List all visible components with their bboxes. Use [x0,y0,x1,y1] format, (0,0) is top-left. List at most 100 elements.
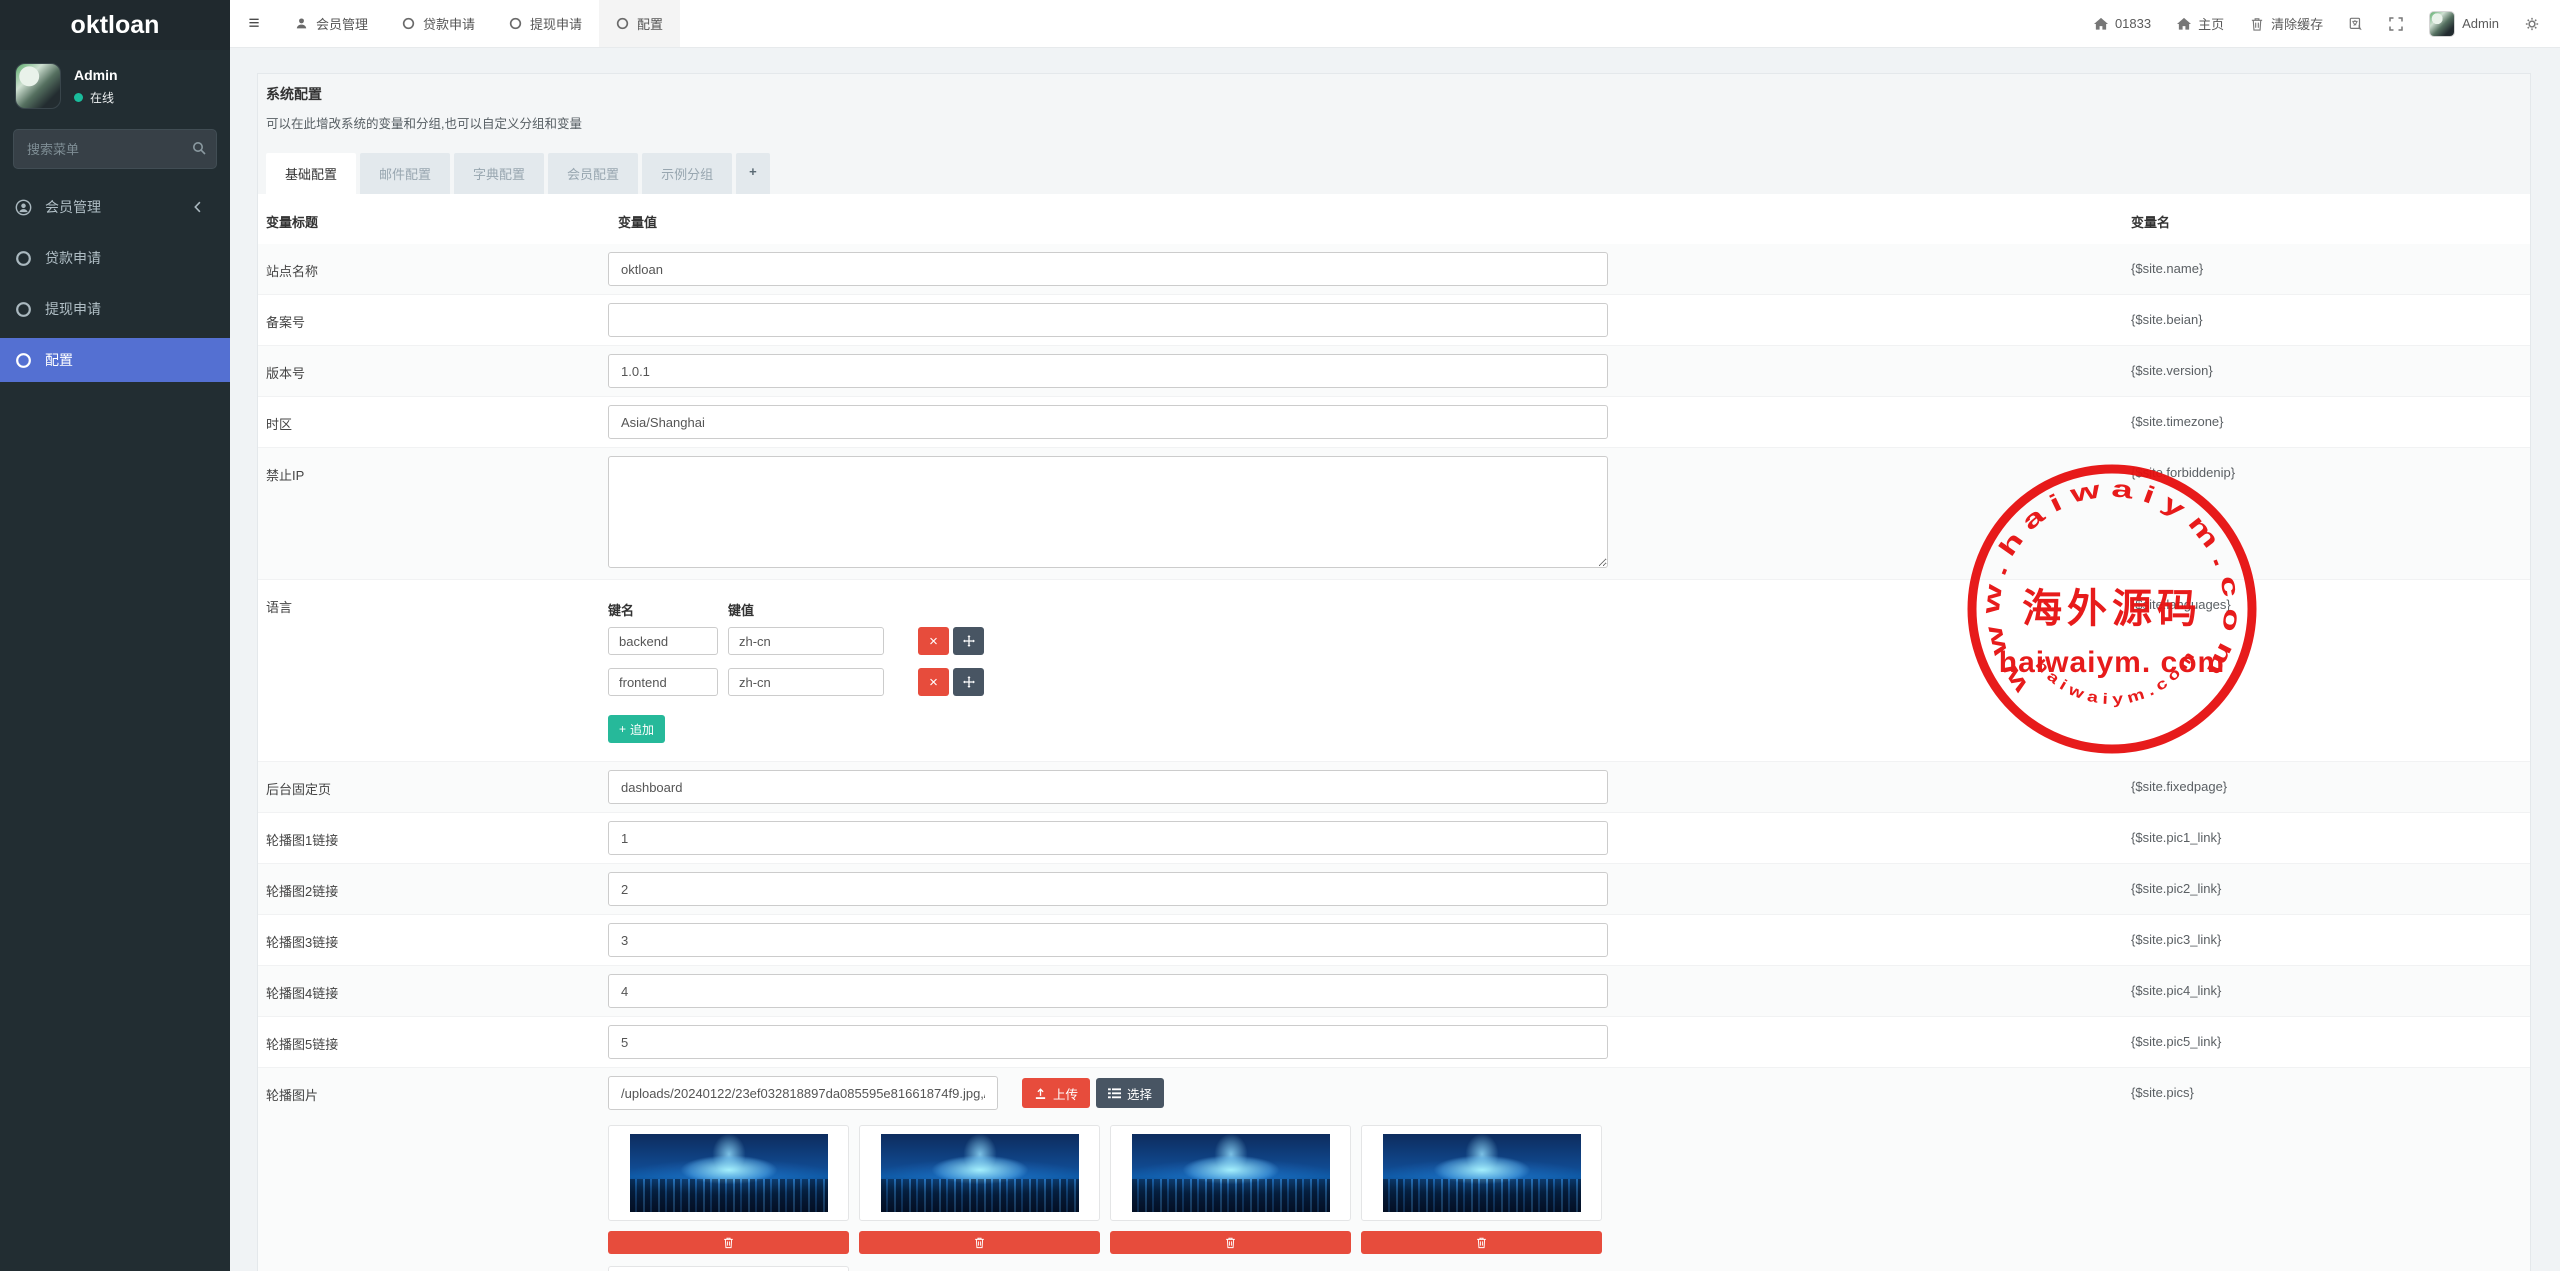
variable-name-label: {$site.languages} [2131,597,2231,612]
topbar-tab-withdrawal-application[interactable]: 提现申请 [492,0,599,47]
user-panel: Admin 在线 [0,50,230,119]
home-icon [2093,17,2108,31]
site-name-input[interactable] [608,252,1608,286]
variable-title-label: 备案号 [266,315,306,330]
row-value: 键名 键值 × × +追加 [608,579,2101,762]
carousel-images-input[interactable] [608,1076,998,1110]
add-group-tab[interactable]: + [736,153,770,194]
clear-cache-button[interactable]: 清除缓存 [2237,0,2336,47]
choose-button[interactable]: 选择 [1096,1078,1165,1108]
online-status-label: 在线 [90,90,115,105]
panel-body: 变量标题 变量值 变量名 站点名称 {$site.name} 备案号 {$site.bei… [258,194,2530,1271]
carousel-image-thumbnail [1110,1125,1351,1221]
row-title: 轮播图2链接 [258,863,608,915]
pic1-link-input[interactable] [608,821,1608,855]
trash-icon [723,1236,734,1249]
move-language-row-button[interactable] [953,627,984,655]
delete-image-button[interactable] [608,1231,849,1254]
forbidden-ip-textarea[interactable] [608,456,1608,568]
upload-button[interactable]: 上传 [1022,1078,1091,1108]
page-title: 系统配置 [266,86,322,102]
topbar-tab-label: 会员管理 [316,17,369,32]
topbar-tab-loan-application[interactable]: 贷款申请 [385,0,492,47]
trash-icon [974,1236,985,1249]
city-night-image [629,1134,828,1212]
tab-example-group[interactable]: 示例分组 [642,153,733,194]
brand-logo[interactable]: oktloan [0,0,230,50]
thumbnail-item [1110,1125,1351,1254]
version-input[interactable] [608,354,1608,388]
admin-menu[interactable]: Admin [2416,0,2512,47]
variable-title-label: 语言 [266,600,293,615]
variable-name-label: {$site.beian} [2131,312,2203,327]
sidebar-item-configuration[interactable]: 配置 [0,338,230,382]
sidebar-item-withdrawal-application[interactable]: 提现申请 [0,287,230,331]
sidebar-item-label: 会员管理 [45,199,101,215]
language-key-input[interactable] [608,627,718,655]
beian-input[interactable] [608,303,1608,337]
delete-image-button[interactable] [1110,1231,1351,1254]
row-title: 版本号 [258,345,608,397]
topbar-tab-label: 提现申请 [530,17,583,32]
circle-icon [509,17,522,30]
tab-base-config[interactable]: 基础配置 [266,153,357,194]
tab-dictionary-config[interactable]: 字典配置 [454,153,545,194]
row-title: 站点名称 [258,244,608,295]
pic4-link-input[interactable] [608,974,1608,1008]
variable-name-label: {$site.pic3_link} [2131,932,2222,947]
language-key-input[interactable] [608,668,718,696]
topbar-tab-member-management[interactable]: 会员管理 [278,0,385,47]
choose-label: 选择 [1127,1087,1153,1102]
sidebar-menu: 会员管理贷款申请提现申请配置 [0,185,230,382]
tab-email-config[interactable]: 邮件配置 [360,153,451,194]
column-header: 变量标题 [266,215,319,230]
circle-icon [15,352,32,369]
trash-icon [1225,1236,1236,1249]
row-value: 上传 选择 [608,1067,2101,1271]
column-header: 变量值 [618,215,658,230]
variable-title-label: 版本号 [266,366,306,381]
delete-image-button[interactable] [1361,1231,1602,1254]
variable-title-label: 禁止IP [266,468,305,483]
variable-name-label: {$site.pic5_link} [2131,1034,2222,1049]
row-value [608,761,2101,813]
sidebar-item-label: 贷款申请 [45,250,101,266]
trash-icon [1476,1236,1487,1249]
avatar [15,63,61,109]
move-language-row-button[interactable] [953,668,984,696]
timezone-input[interactable] [608,405,1608,439]
delete-language-row-button[interactable]: × [918,668,949,696]
city-night-image [880,1134,1079,1212]
sidebar-item-member-management[interactable]: 会员管理 [0,185,230,229]
delete-language-row-button[interactable]: × [918,627,949,655]
append-language-button[interactable]: + 追加 [608,715,666,743]
sidebar: oktloan Admin 在线 会员管理贷款申请提现申请配置 [0,0,230,1271]
row-varname: {$site.forbiddenip} [2101,447,2530,580]
language-value-input[interactable] [728,627,884,655]
variable-name-label: {$site.pic2_link} [2131,881,2222,896]
settings-button[interactable] [2512,0,2552,47]
row-title: 轮播图4链接 [258,965,608,1017]
fullscreen-button[interactable] [2376,0,2416,47]
user-icon [295,17,308,30]
pic3-link-input[interactable] [608,923,1608,957]
sidebar-toggle-button[interactable]: ≡ [230,0,278,47]
tab-member-config[interactable]: 会员配置 [548,153,639,194]
config-row-carousel-images: 轮播图片 上传 选择 {$site.pics} [258,1067,2530,1271]
pic5-link-input[interactable] [608,1025,1608,1059]
homepage-link[interactable]: 主页 [2164,0,2237,47]
carousel-image-thumbnail [859,1125,1100,1221]
menu-search-input[interactable] [13,129,217,169]
delete-image-button[interactable] [859,1231,1100,1254]
sidebar-item-loan-application[interactable]: 贷款申请 [0,236,230,280]
variable-title-label: 后台固定页 [266,782,332,797]
site-id-link[interactable]: 01833 [2081,0,2164,47]
fixed-page-input[interactable] [608,770,1608,804]
topbar-tab-configuration[interactable]: 配置 [599,0,681,47]
config-row-pic3-link: 轮播图3链接 {$site.pic3_link} [258,914,2530,966]
city-night-image [1131,1134,1330,1212]
user-status: 在线 [74,89,118,106]
language-button[interactable] [2336,0,2376,47]
language-value-input[interactable] [728,668,884,696]
pic2-link-input[interactable] [608,872,1608,906]
